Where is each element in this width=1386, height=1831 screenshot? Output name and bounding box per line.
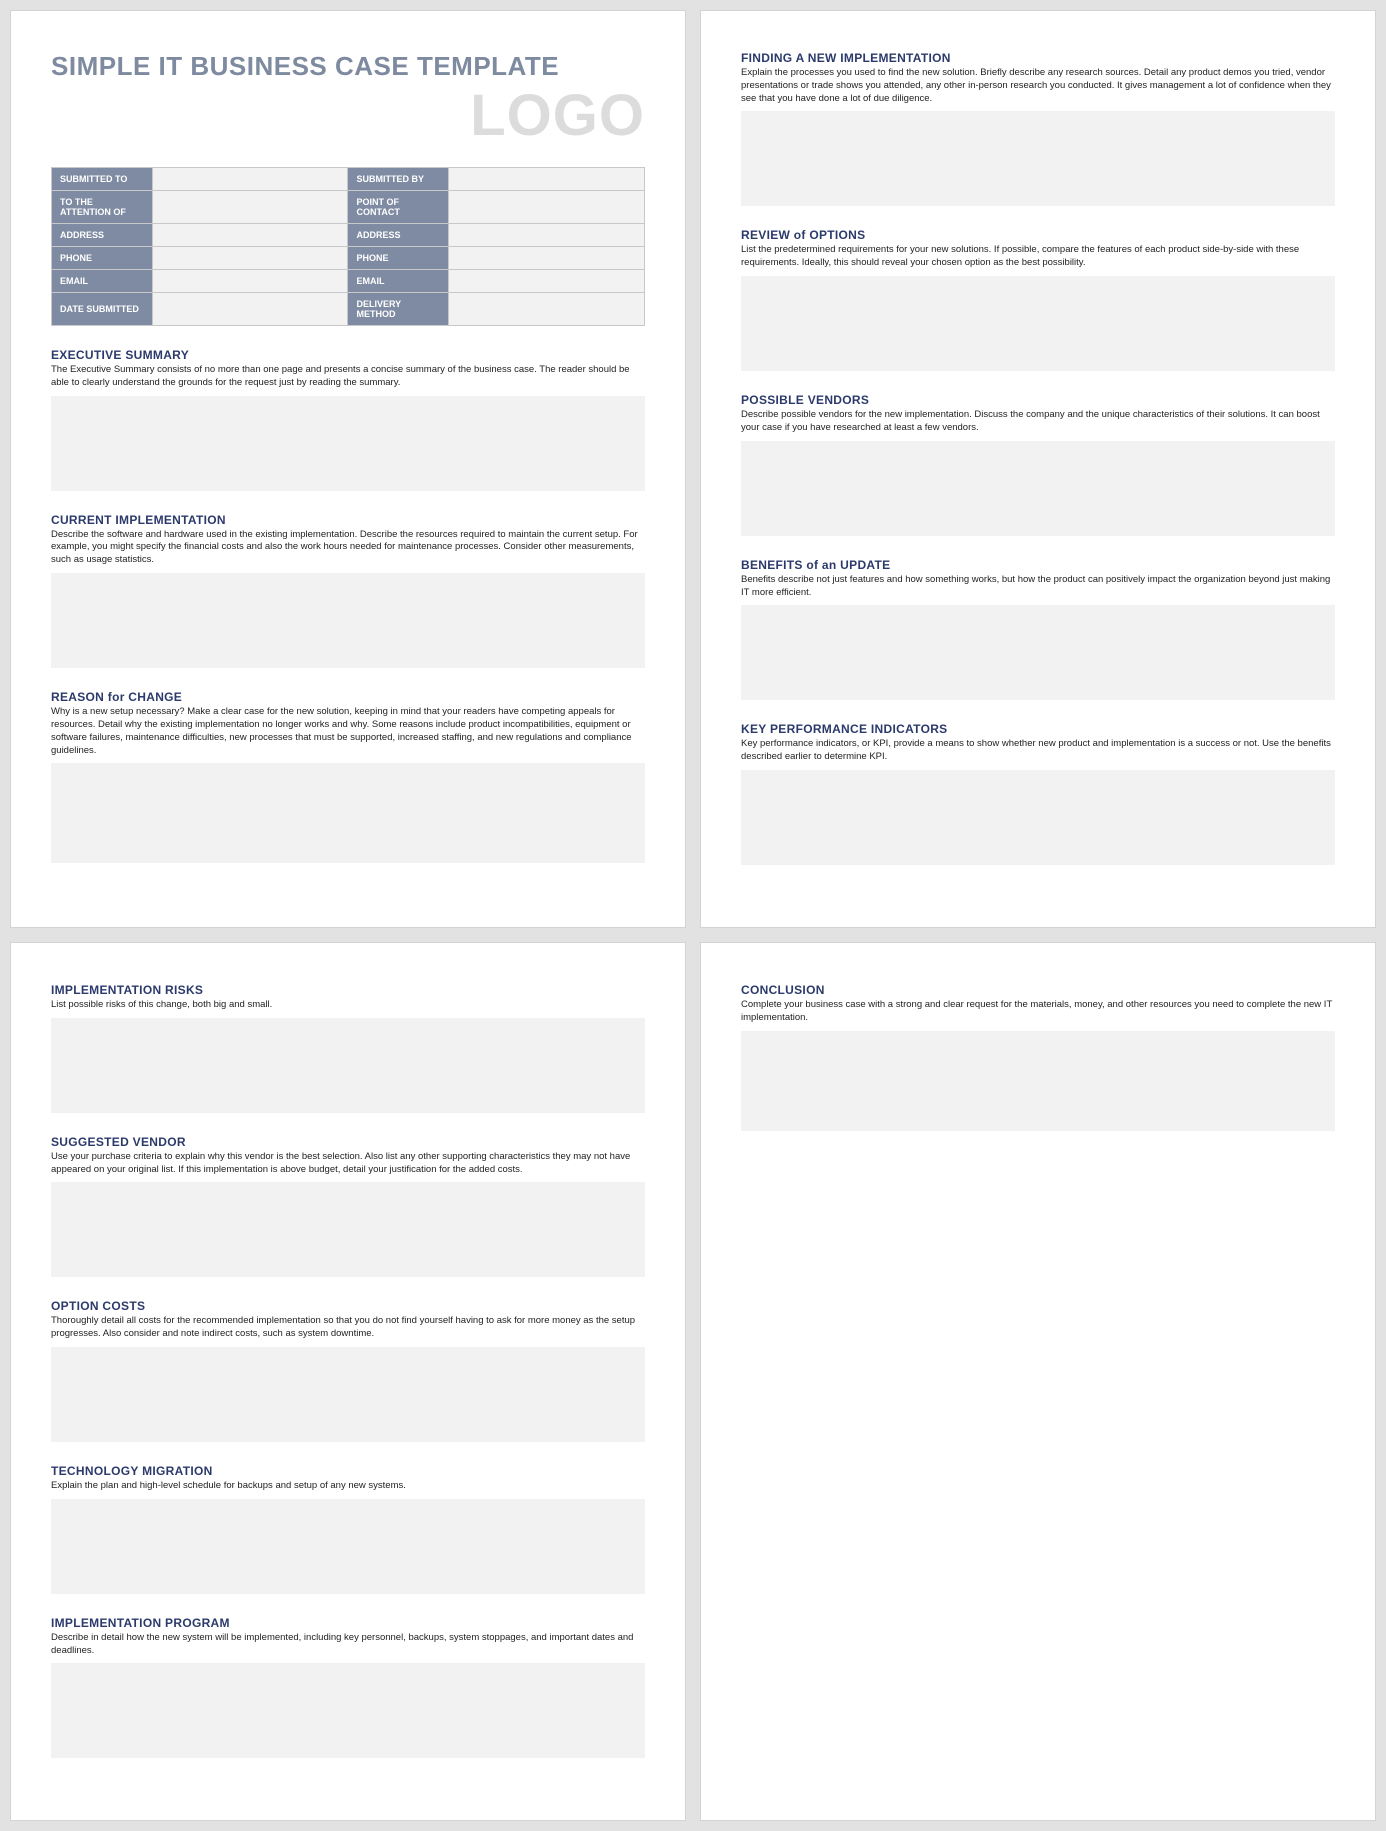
table-row: PHONE PHONE [52,247,645,270]
section-input-box[interactable] [741,605,1335,700]
section-desc: List possible risks of this change, both… [51,999,645,1012]
section-input-box[interactable] [51,1018,645,1113]
label-email-right: EMAIL [348,270,449,293]
section-input-box[interactable] [51,1499,645,1594]
section-desc: Why is a new setup necessary? Make a cle… [51,706,645,757]
label-phone-right: PHONE [348,247,449,270]
section-finding-new-implementation: FINDING A NEW IMPLEMENTATION Explain the… [741,51,1335,206]
value-submitted-to[interactable] [152,168,348,191]
value-phone-left[interactable] [152,247,348,270]
value-address-right[interactable] [449,224,645,247]
value-email-right[interactable] [449,270,645,293]
section-input-box[interactable] [51,1663,645,1758]
section-title: EXECUTIVE SUMMARY [51,348,645,362]
page-3: IMPLEMENTATION RISKS List possible risks… [10,942,686,1822]
label-address-right: ADDRESS [348,224,449,247]
section-desc: Describe in detail how the new system wi… [51,1632,645,1658]
logo-placeholder: LOGO [51,82,645,149]
value-point-of-contact[interactable] [449,191,645,224]
section-input-box[interactable] [741,111,1335,206]
section-desc: Describe possible vendors for the new im… [741,409,1335,435]
table-row: ADDRESS ADDRESS [52,224,645,247]
value-email-left[interactable] [152,270,348,293]
value-delivery-method[interactable] [449,293,645,326]
label-point-of-contact: POINT OF CONTACT [348,191,449,224]
section-desc: Complete your business case with a stron… [741,999,1335,1025]
section-desc: Key performance indicators, or KPI, prov… [741,738,1335,764]
table-row: SUBMITTED TO SUBMITTED BY [52,168,645,191]
label-phone-left: PHONE [52,247,153,270]
section-desc: Explain the processes you used to find t… [741,67,1335,105]
section-input-box[interactable] [741,770,1335,865]
section-input-box[interactable] [51,763,645,863]
section-title: CONCLUSION [741,983,1335,997]
section-title: IMPLEMENTATION RISKS [51,983,645,997]
label-submitted-to: SUBMITTED TO [52,168,153,191]
section-benefits-of-update: BENEFITS of an UPDATE Benefits describe … [741,558,1335,701]
section-input-box[interactable] [741,276,1335,371]
section-reason-for-change: REASON for CHANGE Why is a new setup nec… [51,690,645,863]
section-desc: Describe the software and hardware used … [51,529,645,567]
section-option-costs: OPTION COSTS Thoroughly detail all costs… [51,1299,645,1442]
table-row: DATE SUBMITTED DELIVERY METHOD [52,293,645,326]
page-grid: SIMPLE IT BUSINESS CASE TEMPLATE LOGO SU… [10,10,1376,1821]
section-title: CURRENT IMPLEMENTATION [51,513,645,527]
section-possible-vendors: POSSIBLE VENDORS Describe possible vendo… [741,393,1335,536]
section-title: SUGGESTED VENDOR [51,1135,645,1149]
section-input-box[interactable] [741,441,1335,536]
section-input-box[interactable] [741,1031,1335,1131]
table-row: TO THE ATTENTION OF POINT OF CONTACT [52,191,645,224]
section-desc: Use your purchase criteria to explain wh… [51,1151,645,1177]
section-title: POSSIBLE VENDORS [741,393,1335,407]
section-executive-summary: EXECUTIVE SUMMARY The Executive Summary … [51,348,645,491]
section-title: KEY PERFORMANCE INDICATORS [741,722,1335,736]
value-address-left[interactable] [152,224,348,247]
section-implementation-program: IMPLEMENTATION PROGRAM Describe in detai… [51,1616,645,1759]
label-submitted-by: SUBMITTED BY [348,168,449,191]
section-title: REVIEW of OPTIONS [741,228,1335,242]
table-row: EMAIL EMAIL [52,270,645,293]
header-info-table: SUBMITTED TO SUBMITTED BY TO THE ATTENTI… [51,167,645,326]
section-title: FINDING A NEW IMPLEMENTATION [741,51,1335,65]
section-input-box[interactable] [51,1347,645,1442]
label-email-left: EMAIL [52,270,153,293]
page-4: CONCLUSION Complete your business case w… [700,942,1376,1822]
value-phone-right[interactable] [449,247,645,270]
value-submitted-by[interactable] [449,168,645,191]
section-input-box[interactable] [51,1182,645,1277]
section-review-of-options: REVIEW of OPTIONS List the predetermined… [741,228,1335,371]
section-desc: List the predetermined requirements for … [741,244,1335,270]
section-implementation-risks: IMPLEMENTATION RISKS List possible risks… [51,983,645,1113]
value-attention-of[interactable] [152,191,348,224]
section-desc: Benefits describe not just features and … [741,574,1335,600]
section-technology-migration: TECHNOLOGY MIGRATION Explain the plan an… [51,1464,645,1594]
section-title: REASON for CHANGE [51,690,645,704]
section-title: IMPLEMENTATION PROGRAM [51,1616,645,1630]
section-title: TECHNOLOGY MIGRATION [51,1464,645,1478]
section-current-implementation: CURRENT IMPLEMENTATION Describe the soft… [51,513,645,668]
section-title: BENEFITS of an UPDATE [741,558,1335,572]
section-desc: The Executive Summary consists of no mor… [51,364,645,390]
section-title: OPTION COSTS [51,1299,645,1313]
label-delivery-method: DELIVERY METHOD [348,293,449,326]
document-title: SIMPLE IT BUSINESS CASE TEMPLATE [51,51,645,82]
section-desc: Explain the plan and high-level schedule… [51,1480,645,1493]
label-attention-of: TO THE ATTENTION OF [52,191,153,224]
label-date-submitted: DATE SUBMITTED [52,293,153,326]
section-conclusion: CONCLUSION Complete your business case w… [741,983,1335,1131]
page-1: SIMPLE IT BUSINESS CASE TEMPLATE LOGO SU… [10,10,686,928]
label-address-left: ADDRESS [52,224,153,247]
page-2: FINDING A NEW IMPLEMENTATION Explain the… [700,10,1376,928]
section-input-box[interactable] [51,396,645,491]
section-suggested-vendor: SUGGESTED VENDOR Use your purchase crite… [51,1135,645,1278]
section-desc: Thoroughly detail all costs for the reco… [51,1315,645,1341]
section-input-box[interactable] [51,573,645,668]
section-kpi: KEY PERFORMANCE INDICATORS Key performan… [741,722,1335,865]
value-date-submitted[interactable] [152,293,348,326]
